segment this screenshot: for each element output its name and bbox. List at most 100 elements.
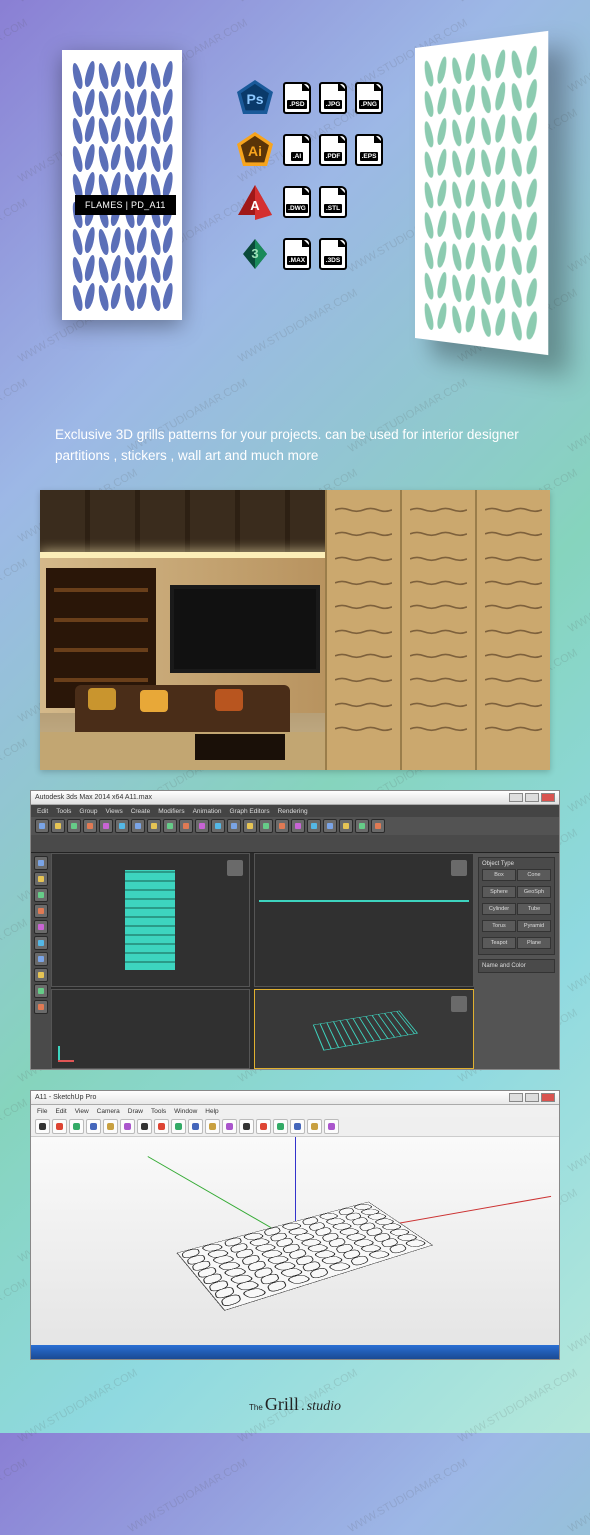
viewport-front[interactable]: [51, 853, 250, 987]
tool-icon[interactable]: [147, 819, 161, 833]
tool-icon[interactable]: [259, 819, 273, 833]
minimize-button[interactable]: [509, 1093, 523, 1102]
create-button[interactable]: Sphere: [482, 886, 516, 898]
tool-icon[interactable]: [115, 819, 129, 833]
tool-icon[interactable]: [34, 1000, 48, 1014]
tool-icon[interactable]: [205, 1119, 220, 1134]
menu-item[interactable]: Modifiers: [158, 808, 184, 815]
viewcube-icon[interactable]: [451, 860, 467, 876]
viewport-left[interactable]: [51, 989, 250, 1069]
menu-item[interactable]: Create: [131, 808, 151, 815]
tool-icon[interactable]: [34, 952, 48, 966]
tool-icon[interactable]: [227, 819, 241, 833]
tool-icon[interactable]: [371, 819, 385, 833]
tool-icon[interactable]: [243, 819, 257, 833]
tool-icon[interactable]: [339, 819, 353, 833]
viewcube-icon[interactable]: [451, 996, 467, 1012]
tool-icon[interactable]: [137, 1119, 152, 1134]
tool-icon[interactable]: [290, 1119, 305, 1134]
tool-icon[interactable]: [34, 856, 48, 870]
create-button[interactable]: Plane: [517, 937, 551, 949]
menu-item[interactable]: Views: [105, 808, 122, 815]
tool-icon[interactable]: [131, 819, 145, 833]
tool-icon[interactable]: [67, 819, 81, 833]
tool-icon[interactable]: [323, 819, 337, 833]
menu-item[interactable]: File: [37, 1108, 47, 1115]
menu-item[interactable]: Draw: [128, 1108, 143, 1115]
menu-item[interactable]: Edit: [37, 808, 48, 815]
create-button[interactable]: GeoSph: [517, 886, 551, 898]
room-divider-panels: [325, 490, 550, 770]
create-button[interactable]: Pyramid: [517, 920, 551, 932]
tool-icon[interactable]: [34, 936, 48, 950]
close-button[interactable]: [541, 1093, 555, 1102]
tool-icon[interactable]: [51, 819, 65, 833]
sketchup-viewport[interactable]: [31, 1137, 559, 1345]
tool-icon[interactable]: [211, 819, 225, 833]
tool-icon[interactable]: [35, 819, 49, 833]
file-badge: .PNG: [355, 82, 383, 114]
footer-logo: The Grill . studio: [249, 1394, 341, 1415]
tool-icon[interactable]: [273, 1119, 288, 1134]
tool-icon[interactable]: [307, 1119, 322, 1134]
tool-icon[interactable]: [154, 1119, 169, 1134]
tool-icon[interactable]: [35, 1119, 50, 1134]
viewport-top[interactable]: [254, 853, 474, 987]
menu-item[interactable]: Edit: [55, 1108, 66, 1115]
tool-icon[interactable]: [34, 920, 48, 934]
maximize-button[interactable]: [525, 1093, 539, 1102]
tool-icon[interactable]: [99, 819, 113, 833]
menu-item[interactable]: Tools: [151, 1108, 166, 1115]
menu-item[interactable]: Window: [174, 1108, 197, 1115]
create-button[interactable]: Torus: [482, 920, 516, 932]
create-button[interactable]: Tube: [517, 903, 551, 915]
tool-icon[interactable]: [188, 1119, 203, 1134]
max-body: Object Type Box Cone Sphere GeoSph Cylin…: [31, 853, 559, 1069]
create-button[interactable]: Cone: [517, 869, 551, 881]
menu-item[interactable]: Camera: [97, 1108, 120, 1115]
tool-icon[interactable]: [291, 819, 305, 833]
tool-icon[interactable]: [195, 819, 209, 833]
create-button[interactable]: Cylinder: [482, 903, 516, 915]
maximize-button[interactable]: [525, 793, 539, 802]
tool-icon[interactable]: [222, 1119, 237, 1134]
tool-icon[interactable]: [34, 968, 48, 982]
create-button[interactable]: Teapot: [482, 937, 516, 949]
create-button[interactable]: Box: [482, 869, 516, 881]
menu-item[interactable]: Help: [205, 1108, 218, 1115]
menu-item[interactable]: Rendering: [278, 808, 308, 815]
menu-item[interactable]: Graph Editors: [230, 808, 270, 815]
tool-icon[interactable]: [239, 1119, 254, 1134]
tool-icon[interactable]: [83, 819, 97, 833]
tool-icon[interactable]: [179, 819, 193, 833]
viewcube-icon[interactable]: [227, 860, 243, 876]
tool-icon[interactable]: [34, 984, 48, 998]
tool-icon[interactable]: [34, 872, 48, 886]
tool-icon[interactable]: [355, 819, 369, 833]
pattern-panel-flat: [62, 50, 182, 320]
menu-item[interactable]: Tools: [56, 808, 71, 815]
file-badge: .STL: [319, 186, 347, 218]
tool-icon[interactable]: [324, 1119, 339, 1134]
tool-icon[interactable]: [52, 1119, 67, 1134]
max-ribbon: [31, 835, 559, 853]
tool-icon[interactable]: [163, 819, 177, 833]
file-badge: .MAX: [283, 238, 311, 270]
tool-icon[interactable]: [307, 819, 321, 833]
tool-icon[interactable]: [69, 1119, 84, 1134]
close-button[interactable]: [541, 793, 555, 802]
tool-icon[interactable]: [86, 1119, 101, 1134]
viewport-perspective[interactable]: [254, 989, 474, 1069]
menu-item[interactable]: Animation: [193, 808, 222, 815]
tool-icon[interactable]: [275, 819, 289, 833]
tool-icon[interactable]: [120, 1119, 135, 1134]
autocad-icon: A: [235, 182, 275, 222]
menu-item[interactable]: Group: [79, 808, 97, 815]
minimize-button[interactable]: [509, 793, 523, 802]
tool-icon[interactable]: [103, 1119, 118, 1134]
menu-item[interactable]: View: [75, 1108, 89, 1115]
tool-icon[interactable]: [34, 904, 48, 918]
tool-icon[interactable]: [34, 888, 48, 902]
tool-icon[interactable]: [171, 1119, 186, 1134]
tool-icon[interactable]: [256, 1119, 271, 1134]
